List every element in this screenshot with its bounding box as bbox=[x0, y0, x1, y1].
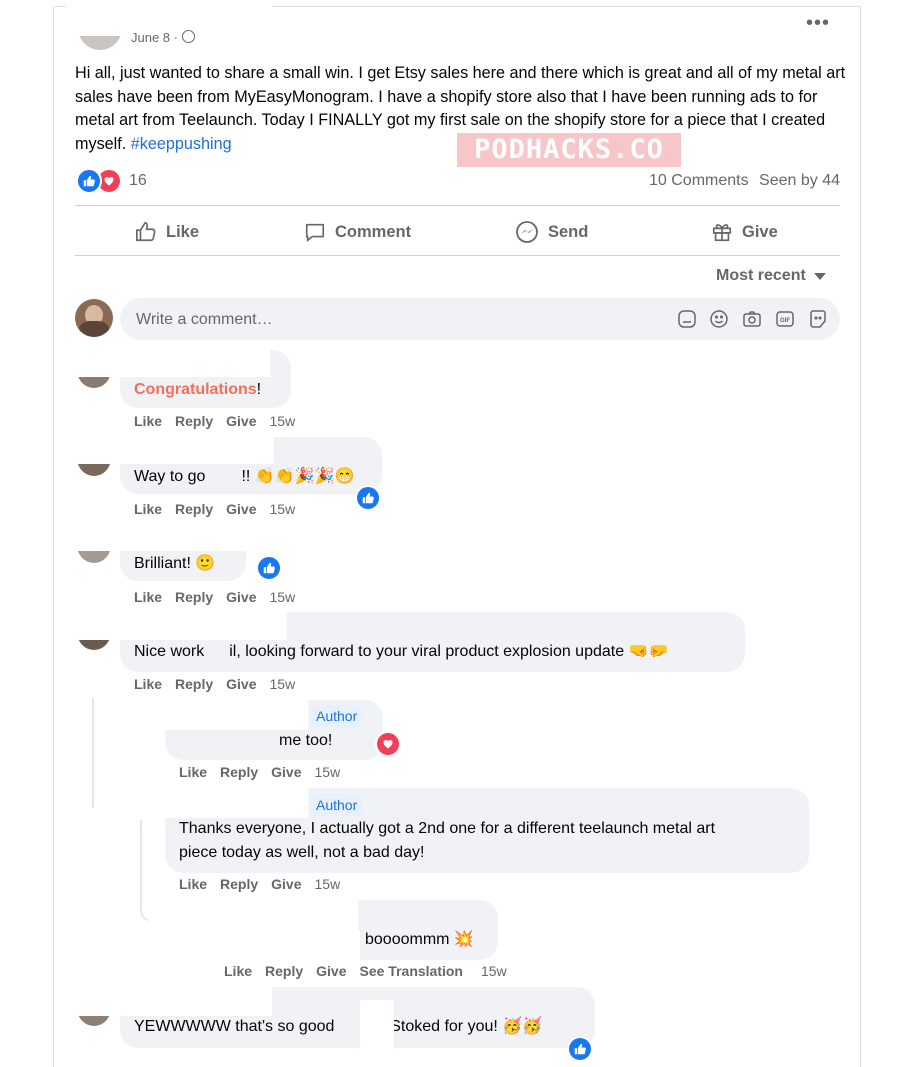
comment-text: Way to go!! 👏👏🎉🎉😁 bbox=[134, 468, 355, 485]
reaction-count: 16 bbox=[129, 172, 147, 189]
comment-time[interactable]: 15w bbox=[481, 963, 507, 979]
comment-time[interactable]: 15w bbox=[270, 676, 296, 692]
messenger-icon bbox=[516, 221, 538, 243]
comment-like-link[interactable]: Like bbox=[179, 876, 207, 892]
post-stats: 10 Comments Seen by 44 bbox=[649, 172, 840, 190]
avatar-sticker-icon[interactable] bbox=[808, 309, 828, 329]
comment-like-link[interactable]: Like bbox=[179, 764, 207, 780]
love-reaction-icon[interactable] bbox=[375, 731, 401, 757]
comment-give-link[interactable]: Give bbox=[226, 676, 256, 692]
comment-reply-link[interactable]: Reply bbox=[220, 876, 258, 892]
comment-composer[interactable]: GIF bbox=[120, 298, 840, 342]
comment-reply-link[interactable]: Reply bbox=[175, 501, 213, 517]
send-button[interactable]: Send bbox=[515, 218, 588, 246]
more-options-icon[interactable]: ••• bbox=[806, 12, 830, 35]
like-button[interactable]: Like bbox=[135, 218, 199, 246]
emoji-icon[interactable] bbox=[709, 309, 729, 329]
comment-reply-link[interactable]: Reply bbox=[175, 589, 213, 605]
redacted-name bbox=[360, 1000, 394, 1048]
give-button[interactable]: Give bbox=[711, 218, 778, 246]
comment-icon bbox=[305, 223, 325, 242]
comment-reply-link[interactable]: Reply bbox=[265, 963, 303, 979]
comment-actions: Like Reply Give 15w bbox=[134, 589, 308, 605]
redacted-name bbox=[67, 610, 287, 640]
comment-actions: Like Reply Give 15w bbox=[134, 413, 308, 429]
comment-text: Thanks everyone, I actually got a 2nd on… bbox=[179, 820, 716, 837]
comment-give-link[interactable]: Give bbox=[316, 963, 346, 979]
comment-like-link[interactable]: Like bbox=[134, 676, 162, 692]
comment-reply-link[interactable]: Reply bbox=[175, 413, 213, 429]
group-globe-icon bbox=[181, 30, 195, 43]
comment-like-link[interactable]: Like bbox=[134, 589, 162, 605]
gift-icon bbox=[712, 224, 732, 242]
comment-text: me too! bbox=[279, 732, 333, 749]
comment-time[interactable]: 15w bbox=[270, 413, 296, 429]
comment-give-link[interactable]: Give bbox=[226, 589, 256, 605]
reaction-summary[interactable]: 16 bbox=[76, 168, 147, 194]
redacted-name bbox=[108, 788, 308, 818]
author-badge: Author bbox=[311, 705, 363, 727]
like-reaction-icon[interactable] bbox=[355, 485, 381, 511]
sticker-icon[interactable] bbox=[677, 309, 697, 329]
thumbs-up-icon bbox=[136, 222, 156, 242]
comment-text: piece today as well, not a bad day! bbox=[179, 844, 425, 861]
comment-time[interactable]: 15w bbox=[270, 589, 296, 605]
caret-down-icon bbox=[813, 272, 826, 280]
comment-give-link[interactable]: Give bbox=[226, 413, 256, 429]
like-reaction-icon[interactable] bbox=[567, 1036, 593, 1062]
comment-reply-link[interactable]: Reply bbox=[220, 764, 258, 780]
comment-actions: Like Reply Give 15w bbox=[134, 676, 308, 692]
post-meta: June 8 · bbox=[131, 30, 195, 45]
svg-text:GIF: GIF bbox=[780, 318, 790, 324]
comment-input[interactable] bbox=[134, 298, 658, 342]
sort-dropdown[interactable]: Most recent bbox=[716, 267, 826, 285]
comment-actions: Like Reply Give 15w bbox=[179, 764, 353, 780]
comment-button[interactable]: Comment bbox=[304, 218, 411, 246]
like-reaction-icon[interactable] bbox=[256, 555, 282, 581]
comment-actions: Like Reply Give 15w bbox=[179, 876, 353, 892]
comment-time[interactable]: 15w bbox=[315, 764, 341, 780]
seen-by[interactable]: Seen by 44 bbox=[759, 172, 840, 189]
comment-reply-link[interactable]: Reply bbox=[175, 676, 213, 692]
comment-like-link[interactable]: Like bbox=[134, 413, 162, 429]
comments-count[interactable]: 10 Comments bbox=[649, 172, 749, 189]
redacted-name bbox=[108, 700, 308, 730]
redacted-name bbox=[72, 523, 247, 551]
post-date[interactable]: June 8 bbox=[131, 30, 170, 45]
camera-icon[interactable] bbox=[742, 309, 762, 329]
redacted-name bbox=[68, 986, 272, 1016]
comment-actions: Like Reply Give 15w bbox=[134, 501, 308, 517]
gif-icon[interactable]: GIF bbox=[775, 309, 795, 329]
comment-text: YEWWWWW that's so good!!! Stoked for you… bbox=[134, 1018, 543, 1035]
comment-give-link[interactable]: Give bbox=[271, 764, 301, 780]
redacted-name bbox=[210, 930, 360, 960]
comment-actions: Like Reply Give See Translation 15w bbox=[224, 963, 520, 979]
comment-text: Brilliant! 🙂 bbox=[134, 555, 216, 572]
hashtag-link[interactable]: #keeppushing bbox=[131, 135, 232, 153]
author-badge: Author bbox=[311, 794, 363, 816]
like-icon bbox=[76, 168, 102, 194]
comment-text: boooommm 💥 bbox=[365, 931, 474, 948]
redacted-name bbox=[148, 900, 358, 930]
watermark: PODHACKS.CO bbox=[457, 133, 681, 167]
comment-like-link[interactable]: Like bbox=[134, 501, 162, 517]
redacted-name bbox=[74, 436, 274, 464]
comment-give-link[interactable]: Give bbox=[271, 876, 301, 892]
comment-give-link[interactable]: Give bbox=[226, 501, 256, 517]
divider bbox=[75, 255, 840, 256]
comment-text: Congratulations! bbox=[134, 381, 262, 398]
see-translation-link[interactable]: See Translation bbox=[360, 963, 463, 979]
comment-time[interactable]: 15w bbox=[270, 501, 296, 517]
comment-like-link[interactable]: Like bbox=[224, 963, 252, 979]
current-user-avatar[interactable] bbox=[75, 299, 113, 337]
redacted-name bbox=[70, 349, 270, 377]
divider bbox=[75, 205, 840, 206]
comment-time[interactable]: 15w bbox=[315, 876, 341, 892]
comment-text: Nice work il, looking forward to your vir… bbox=[134, 643, 669, 660]
